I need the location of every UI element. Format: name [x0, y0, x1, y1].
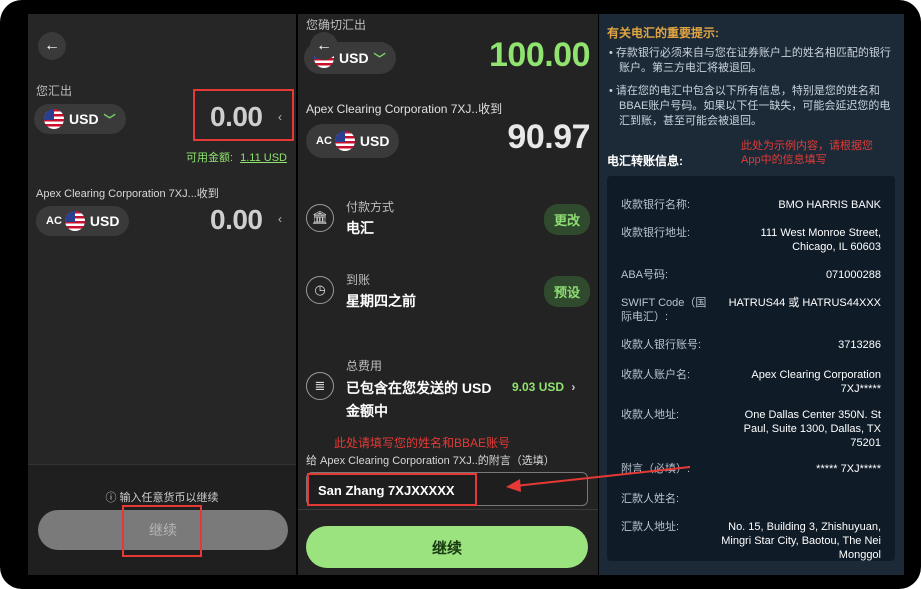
- notice-2: • 请在您的电汇中包含以下所有信息，特别是您的姓名和BBAE账户号码。如果以下任…: [609, 84, 891, 129]
- screenshot-frame: ← 您汇出 USD ﹀ 0.00 ‹ 可用金额: 1.11 USD Apex C…: [0, 0, 921, 589]
- hint-row: ⓘ 输入任意货币以继续: [28, 489, 296, 505]
- notice-2-text: 请在您的电汇中包含以下所有信息，特别是您的姓名和BBAE账户号码。如果以下任一缺…: [615, 85, 891, 127]
- notice-1-text: 存款银行必须来自与您在证券账户上的姓名相匹配的银行账户。第三方电汇将被退回。: [615, 47, 891, 74]
- receive-currency: USD: [359, 133, 390, 149]
- example-annotation: 此处为示例内容，请根据您App中的信息填写: [741, 140, 873, 166]
- hint-text: 输入任意货币以继续: [119, 492, 219, 504]
- bullet-icon: •: [609, 85, 616, 97]
- available-label: 可用金额:: [186, 152, 234, 164]
- preset-arrival-button[interactable]: 预设: [544, 276, 591, 307]
- fee-value-line2: 金额中: [346, 403, 388, 419]
- receive-prefix: AC: [46, 215, 62, 227]
- info-icon: ⓘ: [105, 492, 117, 504]
- amount-highlight-box: [193, 89, 294, 141]
- fee-amount[interactable]: 9.03 USD ›: [512, 380, 575, 394]
- fee-amount-text: 9.03 USD: [512, 380, 565, 394]
- receive-currency: USD: [89, 213, 120, 229]
- payment-method-label: 付款方式: [346, 200, 395, 214]
- memo-annotation: 此处请填写您的姓名和BBAE账号: [334, 436, 511, 450]
- chevron-down-icon: ﹀: [103, 112, 116, 127]
- confirm-transfer-panel: 您确切汇出 ← USD ﹀ 100.00 Apex Clearing Corpo…: [298, 14, 598, 575]
- payment-method-value: 电汇: [346, 220, 374, 236]
- wire-info-panel: 有关电汇的重要提示: • 存款银行必须来自与您在证券账户上的姓名相匹配的银行账户…: [599, 14, 904, 575]
- bank-icon: 🏛: [306, 204, 334, 232]
- back-button[interactable]: ←: [310, 32, 338, 60]
- fee-label: 总费用: [346, 359, 383, 373]
- available-value[interactable]: 1.11 USD: [240, 152, 287, 164]
- continue-button[interactable]: 继续: [306, 526, 588, 568]
- arrow-left-icon: ←: [44, 37, 60, 54]
- bullet-icon: •: [609, 47, 616, 59]
- memo-highlight-box: [307, 473, 477, 506]
- receipt-icon: ≣: [306, 372, 334, 400]
- continue-highlight-box: [122, 505, 202, 557]
- memo-label: 给 Apex Clearing Corporation 7XJ..的附言（选填）: [306, 455, 555, 467]
- us-flag-icon: [334, 131, 355, 151]
- change-payment-button[interactable]: 更改: [544, 204, 591, 235]
- chevron-down-icon: ﹀: [373, 51, 386, 66]
- receive-label: Apex Clearing Corporation 7XJ...收到: [36, 188, 219, 200]
- send-currency-selector[interactable]: USD ﹀: [34, 104, 126, 134]
- receive-prefix: AC: [316, 135, 332, 147]
- send-exact-label: 您确切汇出: [306, 18, 367, 32]
- bottom-divider: [298, 509, 598, 510]
- cursor-caret-icon: ‹: [278, 212, 282, 226]
- receive-amount: 90.97: [507, 118, 590, 156]
- send-currency: USD: [339, 50, 369, 66]
- receive-amount: 0.00: [210, 204, 263, 235]
- arrow-left-icon: ←: [316, 37, 332, 54]
- receive-label: Apex Clearing Corporation 7XJ..收到: [306, 102, 503, 116]
- receive-currency-selector[interactable]: AC USD: [306, 124, 400, 158]
- continue-label: 继续: [431, 539, 462, 557]
- info-title: 电汇转账信息:: [607, 154, 683, 168]
- send-amount-panel: ← 您汇出 USD ﹀ 0.00 ‹ 可用金额: 1.11 USD Apex C…: [28, 14, 296, 575]
- send-label: 您汇出: [36, 84, 73, 98]
- us-flag-icon: [44, 109, 64, 129]
- info-card: 收款银行名称: BMO HARRIS BANK 收款银行地址: 111 West M…: [607, 176, 895, 561]
- clock-icon: ◷: [306, 276, 334, 304]
- receive-currency-selector[interactable]: AC USD: [36, 206, 130, 236]
- send-amount[interactable]: 100.00: [489, 36, 591, 75]
- fee-value-line1: 已包含在您发送的 USD: [346, 380, 492, 396]
- available-balance: 可用金额: 1.11 USD: [186, 149, 287, 165]
- send-currency: USD: [69, 111, 99, 127]
- arrival-label: 到账: [346, 273, 371, 287]
- back-button[interactable]: ←: [38, 32, 66, 60]
- arrival-value: 星期四之前: [346, 293, 416, 309]
- notice-1: • 存款银行必须来自与您在证券账户上的姓名相匹配的银行账户。第三方电汇将被退回。: [609, 46, 891, 76]
- notice-title: 有关电汇的重要提示:: [607, 26, 719, 40]
- us-flag-icon: [64, 211, 85, 231]
- chevron-right-icon: ›: [571, 380, 576, 394]
